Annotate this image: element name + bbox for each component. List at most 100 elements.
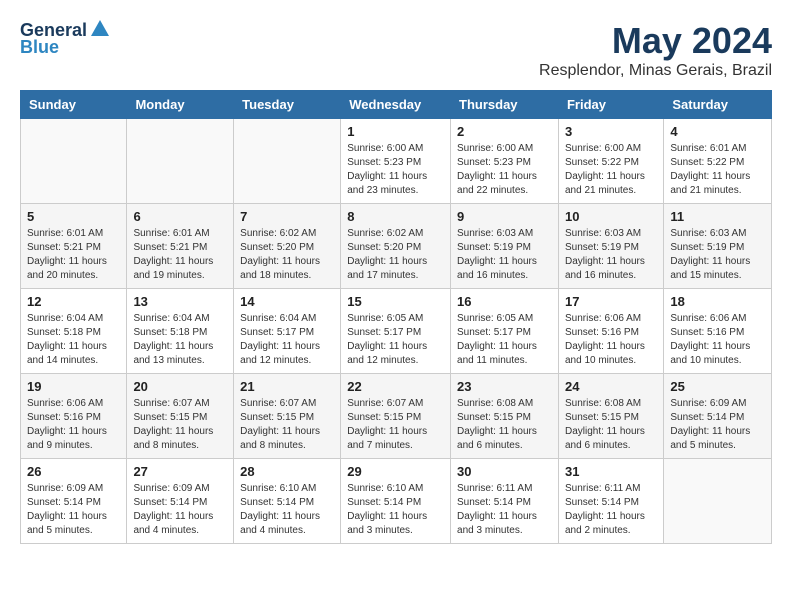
day-number: 4 <box>670 124 765 139</box>
day-info: Sunrise: 6:07 AM Sunset: 5:15 PM Dayligh… <box>347 397 444 453</box>
day-number: 3 <box>565 124 657 139</box>
calendar-cell: 2Sunrise: 6:00 AM Sunset: 5:23 PM Daylig… <box>451 119 559 204</box>
calendar-cell: 26Sunrise: 6:09 AM Sunset: 5:14 PM Dayli… <box>21 459 127 544</box>
day-info: Sunrise: 6:03 AM Sunset: 5:19 PM Dayligh… <box>670 227 765 283</box>
day-number: 25 <box>670 379 765 394</box>
day-number: 29 <box>347 464 444 479</box>
calendar-cell: 28 Sunrise: 6:10 AM Sunset: 5:14 PM Dayli… <box>234 459 341 544</box>
calendar-cell: 29 Sunrise: 6:10 AM Sunset: 5:14 PM Dayli… <box>341 459 451 544</box>
calendar-cell: 15 Sunrise: 6:05 AM Sunset: 5:17 PM Dayli… <box>341 289 451 374</box>
calendar-cell <box>21 119 127 204</box>
calendar-cell: 17 Sunrise: 6:06 AM Sunset: 5:16 PM Dayli… <box>558 289 663 374</box>
day-number: 27 <box>133 464 227 479</box>
month-title: May 2024 <box>539 20 772 62</box>
day-number: 22 <box>347 379 444 394</box>
calendar-cell: 27 Sunrise: 6:09 AM Sunset: 5:14 PM Dayli… <box>127 459 234 544</box>
col-header-tuesday: Tuesday <box>234 91 341 119</box>
calendar-week-row: 12 Sunrise: 6:04 AM Sunset: 5:18 PM Dayli… <box>21 289 772 374</box>
day-number: 24 <box>565 379 657 394</box>
page-header: General Blue May 2024 Resplendor, Minas … <box>20 20 772 80</box>
col-header-sunday: Sunday <box>21 91 127 119</box>
logo: General Blue <box>20 20 111 58</box>
day-number: 23 <box>457 379 552 394</box>
calendar-cell: 16 Sunrise: 6:05 AM Sunset: 5:17 PM Dayli… <box>451 289 559 374</box>
calendar-table: SundayMondayTuesdayWednesdayThursdayFrid… <box>20 90 772 544</box>
day-number: 20 <box>133 379 227 394</box>
day-number: 17 <box>565 294 657 309</box>
day-info: Sunrise: 6:09 AM Sunset: 5:14 PM Dayligh… <box>133 482 227 538</box>
day-info: Sunrise: 6:04 AM Sunset: 5:18 PM Dayligh… <box>133 312 227 368</box>
day-info: Sunrise: 6:05 AM Sunset: 5:17 PM Dayligh… <box>347 312 444 368</box>
day-number: 5 <box>27 209 120 224</box>
calendar-cell: 25 Sunrise: 6:09 AM Sunset: 5:14 PM Dayli… <box>664 374 772 459</box>
title-block: May 2024 Resplendor, Minas Gerais, Brazi… <box>539 20 772 80</box>
day-info: Sunrise: 6:02 AM Sunset: 5:20 PM Dayligh… <box>347 227 444 283</box>
day-number: 19 <box>27 379 120 394</box>
logo-blue-text: Blue <box>20 37 59 58</box>
day-info: Sunrise: 6:11 AM Sunset: 5:14 PM Dayligh… <box>565 482 657 538</box>
day-info: Sunrise: 6:00 AM Sunset: 5:23 PM Dayligh… <box>457 142 552 198</box>
calendar-cell: 20 Sunrise: 6:07 AM Sunset: 5:15 PM Dayli… <box>127 374 234 459</box>
day-number: 6 <box>133 209 227 224</box>
day-info: Sunrise: 6:04 AM Sunset: 5:18 PM Dayligh… <box>27 312 120 368</box>
calendar-week-row: 1 Sunrise: 6:00 AM Sunset: 5:23 PM Daylig… <box>21 119 772 204</box>
day-number: 18 <box>670 294 765 309</box>
day-info: Sunrise: 6:10 AM Sunset: 5:14 PM Dayligh… <box>240 482 334 538</box>
calendar-cell <box>234 119 341 204</box>
calendar-cell: 7Sunrise: 6:02 AM Sunset: 5:20 PM Daylig… <box>234 204 341 289</box>
calendar-cell: 11 Sunrise: 6:03 AM Sunset: 5:19 PM Dayli… <box>664 204 772 289</box>
calendar-cell: 23 Sunrise: 6:08 AM Sunset: 5:15 PM Dayli… <box>451 374 559 459</box>
col-header-friday: Friday <box>558 91 663 119</box>
calendar-cell: 5Sunrise: 6:01 AM Sunset: 5:21 PM Daylig… <box>21 204 127 289</box>
calendar-header-row: SundayMondayTuesdayWednesdayThursdayFrid… <box>21 91 772 119</box>
day-number: 11 <box>670 209 765 224</box>
calendar-cell: 31 Sunrise: 6:11 AM Sunset: 5:14 PM Dayli… <box>558 459 663 544</box>
calendar-cell: 1Sunrise: 6:00 AM Sunset: 5:23 PM Daylig… <box>341 119 451 204</box>
day-info: Sunrise: 6:07 AM Sunset: 5:15 PM Dayligh… <box>133 397 227 453</box>
calendar-cell: 10Sunrise: 6:03 AM Sunset: 5:19 PM Dayli… <box>558 204 663 289</box>
day-number: 1 <box>347 124 444 139</box>
day-number: 21 <box>240 379 334 394</box>
day-info: Sunrise: 6:01 AM Sunset: 5:22 PM Dayligh… <box>670 142 765 198</box>
day-number: 12 <box>27 294 120 309</box>
col-header-wednesday: Wednesday <box>341 91 451 119</box>
calendar-cell: 3 Sunrise: 6:00 AM Sunset: 5:22 PM Daylig… <box>558 119 663 204</box>
day-number: 30 <box>457 464 552 479</box>
calendar-cell: 22 Sunrise: 6:07 AM Sunset: 5:15 PM Dayli… <box>341 374 451 459</box>
day-number: 10 <box>565 209 657 224</box>
calendar-cell: 6Sunrise: 6:01 AM Sunset: 5:21 PM Daylig… <box>127 204 234 289</box>
calendar-cell: 21 Sunrise: 6:07 AM Sunset: 5:15 PM Dayli… <box>234 374 341 459</box>
day-info: Sunrise: 6:08 AM Sunset: 5:15 PM Dayligh… <box>565 397 657 453</box>
calendar-week-row: 5Sunrise: 6:01 AM Sunset: 5:21 PM Daylig… <box>21 204 772 289</box>
day-info: Sunrise: 6:08 AM Sunset: 5:15 PM Dayligh… <box>457 397 552 453</box>
calendar-week-row: 19 Sunrise: 6:06 AM Sunset: 5:16 PM Dayli… <box>21 374 772 459</box>
calendar-cell: 14 Sunrise: 6:04 AM Sunset: 5:17 PM Dayli… <box>234 289 341 374</box>
day-info: Sunrise: 6:03 AM Sunset: 5:19 PM Dayligh… <box>457 227 552 283</box>
day-number: 8 <box>347 209 444 224</box>
day-number: 28 <box>240 464 334 479</box>
day-info: Sunrise: 6:05 AM Sunset: 5:17 PM Dayligh… <box>457 312 552 368</box>
day-number: 15 <box>347 294 444 309</box>
calendar-cell: 9 Sunrise: 6:03 AM Sunset: 5:19 PM Daylig… <box>451 204 559 289</box>
day-number: 7 <box>240 209 334 224</box>
day-info: Sunrise: 6:09 AM Sunset: 5:14 PM Dayligh… <box>27 482 120 538</box>
day-info: Sunrise: 6:00 AM Sunset: 5:22 PM Dayligh… <box>565 142 657 198</box>
day-number: 14 <box>240 294 334 309</box>
day-number: 31 <box>565 464 657 479</box>
calendar-cell <box>664 459 772 544</box>
day-info: Sunrise: 6:04 AM Sunset: 5:17 PM Dayligh… <box>240 312 334 368</box>
calendar-cell: 18Sunrise: 6:06 AM Sunset: 5:16 PM Dayli… <box>664 289 772 374</box>
col-header-monday: Monday <box>127 91 234 119</box>
day-info: Sunrise: 6:10 AM Sunset: 5:14 PM Dayligh… <box>347 482 444 538</box>
calendar-cell: 30Sunrise: 6:11 AM Sunset: 5:14 PM Dayli… <box>451 459 559 544</box>
day-number: 16 <box>457 294 552 309</box>
day-info: Sunrise: 6:09 AM Sunset: 5:14 PM Dayligh… <box>670 397 765 453</box>
day-info: Sunrise: 6:06 AM Sunset: 5:16 PM Dayligh… <box>27 397 120 453</box>
location: Resplendor, Minas Gerais, Brazil <box>539 62 772 80</box>
day-info: Sunrise: 6:07 AM Sunset: 5:15 PM Dayligh… <box>240 397 334 453</box>
calendar-cell <box>127 119 234 204</box>
calendar-cell: 24 Sunrise: 6:08 AM Sunset: 5:15 PM Dayli… <box>558 374 663 459</box>
calendar-cell: 4 Sunrise: 6:01 AM Sunset: 5:22 PM Daylig… <box>664 119 772 204</box>
day-info: Sunrise: 6:06 AM Sunset: 5:16 PM Dayligh… <box>565 312 657 368</box>
day-number: 9 <box>457 209 552 224</box>
